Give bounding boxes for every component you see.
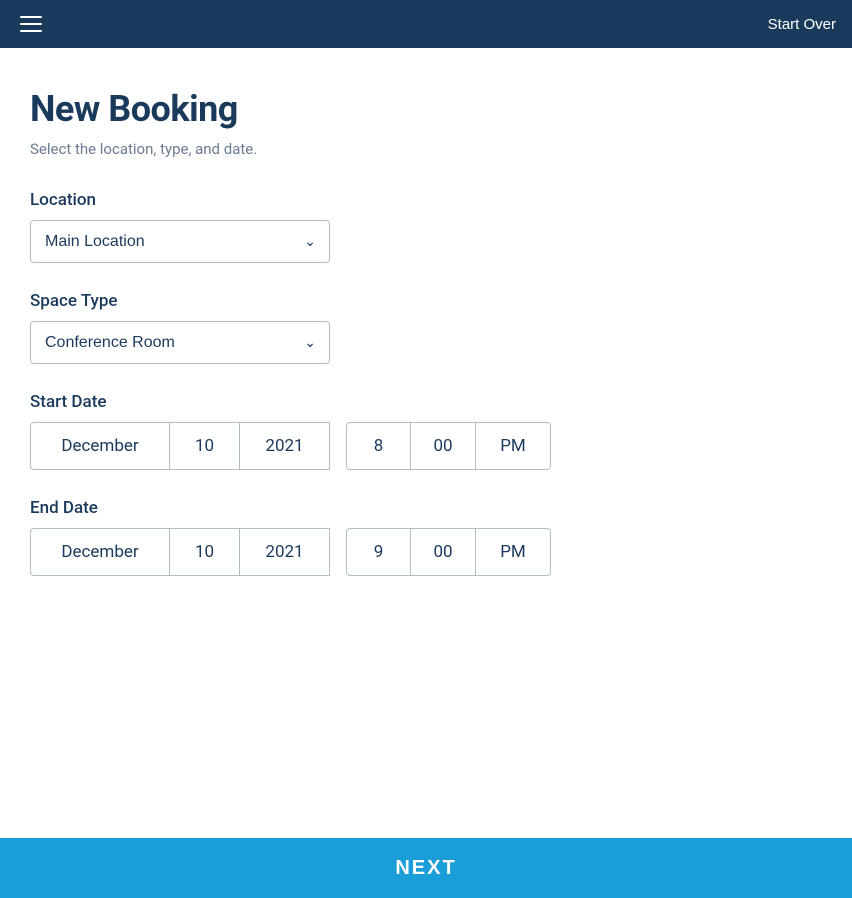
end-time-minute[interactable]: 00: [411, 528, 476, 576]
main-content: New Booking Select the location, type, a…: [0, 48, 852, 704]
start-time-hour[interactable]: 8: [346, 422, 411, 470]
space-type-select[interactable]: Conference Room Private Office Open Desk: [30, 321, 330, 364]
start-date-row: December 10 2021 8 00 PM: [30, 422, 822, 470]
end-time-ampm[interactable]: PM: [476, 528, 551, 576]
start-date-month[interactable]: December: [30, 422, 170, 470]
location-select[interactable]: Main Location Branch A Branch B: [30, 220, 330, 263]
page-subtitle: Select the location, type, and date.: [30, 140, 822, 158]
start-date-day[interactable]: 10: [170, 422, 240, 470]
end-date-row: December 10 2021 9 00 PM: [30, 528, 822, 576]
start-time-ampm[interactable]: PM: [476, 422, 551, 470]
start-date-label: Start Date: [30, 392, 822, 412]
space-type-label: Space Type: [30, 291, 822, 311]
location-section: Location Main Location Branch A Branch B…: [30, 190, 822, 263]
footer-bar: NEXT: [0, 838, 852, 898]
menu-line-3: [20, 30, 42, 32]
start-time-minute[interactable]: 00: [411, 422, 476, 470]
end-date-day[interactable]: 10: [170, 528, 240, 576]
page-title: New Booking: [30, 88, 822, 130]
space-type-section: Space Type Conference Room Private Offic…: [30, 291, 822, 364]
next-button[interactable]: NEXT: [0, 838, 852, 898]
end-date-year[interactable]: 2021: [240, 528, 330, 576]
location-select-wrapper: Main Location Branch A Branch B ⌄: [30, 220, 330, 263]
start-date-section: Start Date December 10 2021 8 00 PM: [30, 392, 822, 470]
header: Start Over: [0, 0, 852, 48]
menu-line-2: [20, 23, 42, 25]
end-date-section: End Date December 10 2021 9 00 PM: [30, 498, 822, 576]
menu-button[interactable]: [16, 12, 46, 36]
end-date-month[interactable]: December: [30, 528, 170, 576]
location-label: Location: [30, 190, 822, 210]
space-type-select-wrapper: Conference Room Private Office Open Desk…: [30, 321, 330, 364]
start-over-button[interactable]: Start Over: [768, 16, 836, 33]
end-time-hour[interactable]: 9: [346, 528, 411, 576]
start-date-year[interactable]: 2021: [240, 422, 330, 470]
menu-line-1: [20, 16, 42, 18]
end-date-label: End Date: [30, 498, 822, 518]
